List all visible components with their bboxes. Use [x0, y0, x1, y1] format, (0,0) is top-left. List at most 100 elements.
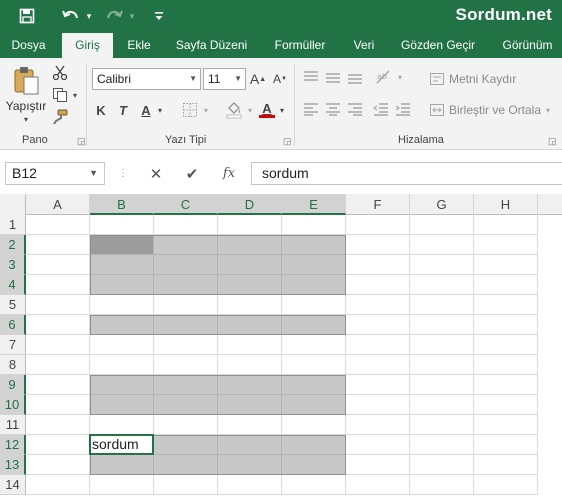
merge-dropdown-icon[interactable]: ▾ [543, 103, 553, 117]
row-header-8[interactable]: 8 [0, 355, 26, 375]
cell-d12[interactable] [218, 435, 282, 455]
cell-c9[interactable] [154, 375, 218, 395]
align-center-icon[interactable] [324, 100, 342, 118]
cell-b3[interactable] [90, 255, 154, 275]
cell-c3[interactable] [154, 255, 218, 275]
row-header-4[interactable]: 4 [0, 275, 26, 295]
cell-h1[interactable] [474, 215, 538, 235]
cell-d9[interactable] [218, 375, 282, 395]
cell-c5[interactable] [154, 295, 218, 315]
cell-e3[interactable] [282, 255, 346, 275]
cell-d14[interactable] [218, 475, 282, 495]
underline-button[interactable]: A [138, 100, 154, 120]
merge-center-button[interactable]: Birleştir ve Ortala [449, 103, 541, 117]
cell-d6[interactable] [218, 315, 282, 335]
row-header-2[interactable]: 2 [0, 235, 26, 255]
cell-e8[interactable] [282, 355, 346, 375]
underline-dropdown-icon[interactable]: ▾ [155, 102, 165, 118]
wrap-text-icon[interactable] [428, 70, 446, 88]
cell-g13[interactable] [410, 455, 474, 475]
column-header-b[interactable]: B [90, 194, 154, 215]
bold-button[interactable]: K [93, 100, 109, 120]
cell-f8[interactable] [346, 355, 410, 375]
tab-home[interactable]: Giriş [62, 33, 113, 58]
cell-g11[interactable] [410, 415, 474, 435]
cell-g4[interactable] [410, 275, 474, 295]
cell-b7[interactable] [90, 335, 154, 355]
cell-a1[interactable] [26, 215, 90, 235]
cell-g1[interactable] [410, 215, 474, 235]
cell-h4[interactable] [474, 275, 538, 295]
cell-g12[interactable] [410, 435, 474, 455]
save-icon[interactable] [14, 6, 40, 26]
cell-g10[interactable] [410, 395, 474, 415]
increase-indent-icon[interactable] [394, 100, 412, 118]
cell-e5[interactable] [282, 295, 346, 315]
cell-a5[interactable] [26, 295, 90, 315]
cell-a11[interactable] [26, 415, 90, 435]
column-header-g[interactable]: G [410, 194, 474, 215]
cell-b1[interactable] [90, 215, 154, 235]
cell-f1[interactable] [346, 215, 410, 235]
cell-d13[interactable] [218, 455, 282, 475]
cell-e14[interactable] [282, 475, 346, 495]
cell-c12[interactable] [154, 435, 218, 455]
middle-align-icon[interactable] [324, 68, 342, 86]
cell-h5[interactable] [474, 295, 538, 315]
cell-f10[interactable] [346, 395, 410, 415]
tab-formulas[interactable]: Formüller [264, 33, 336, 58]
cell-c2[interactable] [154, 235, 218, 255]
row-header-5[interactable]: 5 [0, 295, 26, 315]
cell-c4[interactable] [154, 275, 218, 295]
cell-c11[interactable] [154, 415, 218, 435]
undo-dropdown-icon[interactable]: ▾ [83, 6, 95, 26]
cell-g9[interactable] [410, 375, 474, 395]
formula-input[interactable]: sordum [251, 162, 562, 185]
cell-a4[interactable] [26, 275, 90, 295]
cell-f12[interactable] [346, 435, 410, 455]
cell-e2[interactable] [282, 235, 346, 255]
tab-view[interactable]: Görünüm [493, 33, 562, 58]
font-color-dropdown-icon[interactable]: ▾ [277, 102, 287, 118]
tab-file[interactable]: Dosya [0, 33, 57, 58]
cell-a14[interactable] [26, 475, 90, 495]
cell-f5[interactable] [346, 295, 410, 315]
font-color-icon[interactable]: A [258, 98, 276, 120]
cell-h10[interactable] [474, 395, 538, 415]
cell-a6[interactable] [26, 315, 90, 335]
column-header-h[interactable]: H [474, 194, 538, 215]
cell-b4[interactable] [90, 275, 154, 295]
cell-h12[interactable] [474, 435, 538, 455]
bottom-align-icon[interactable] [346, 68, 364, 86]
cell-f7[interactable] [346, 335, 410, 355]
cell-b11[interactable] [90, 415, 154, 435]
customize-toolbar-icon[interactable] [152, 6, 166, 26]
cell-g14[interactable] [410, 475, 474, 495]
italic-button[interactable]: T [115, 100, 131, 120]
row-header-14[interactable]: 14 [0, 475, 26, 495]
cell-d8[interactable] [218, 355, 282, 375]
merge-center-icon[interactable] [428, 101, 446, 119]
tab-review[interactable]: Gözden Geçir [393, 33, 483, 58]
cell-a3[interactable] [26, 255, 90, 275]
cell-h13[interactable] [474, 455, 538, 475]
cell-h14[interactable] [474, 475, 538, 495]
cell-f9[interactable] [346, 375, 410, 395]
wrap-text-button[interactable]: Metni Kaydır [449, 72, 516, 86]
row-header-13[interactable]: 13 [0, 455, 26, 475]
cell-h8[interactable] [474, 355, 538, 375]
cell-a13[interactable] [26, 455, 90, 475]
paste-dropdown-icon[interactable]: ▾ [18, 114, 34, 124]
cell-b14[interactable] [90, 475, 154, 495]
cell-g2[interactable] [410, 235, 474, 255]
row-header-10[interactable]: 10 [0, 395, 26, 415]
cell-d1[interactable] [218, 215, 282, 235]
cell-b2[interactable] [90, 235, 154, 255]
cell-e10[interactable] [282, 395, 346, 415]
enter-icon[interactable]: ✔ [177, 162, 207, 185]
format-painter-icon[interactable] [50, 108, 70, 126]
cell-g3[interactable] [410, 255, 474, 275]
cell-f14[interactable] [346, 475, 410, 495]
cell-f4[interactable] [346, 275, 410, 295]
font-size-select[interactable]: 11 ▼ [203, 68, 246, 90]
